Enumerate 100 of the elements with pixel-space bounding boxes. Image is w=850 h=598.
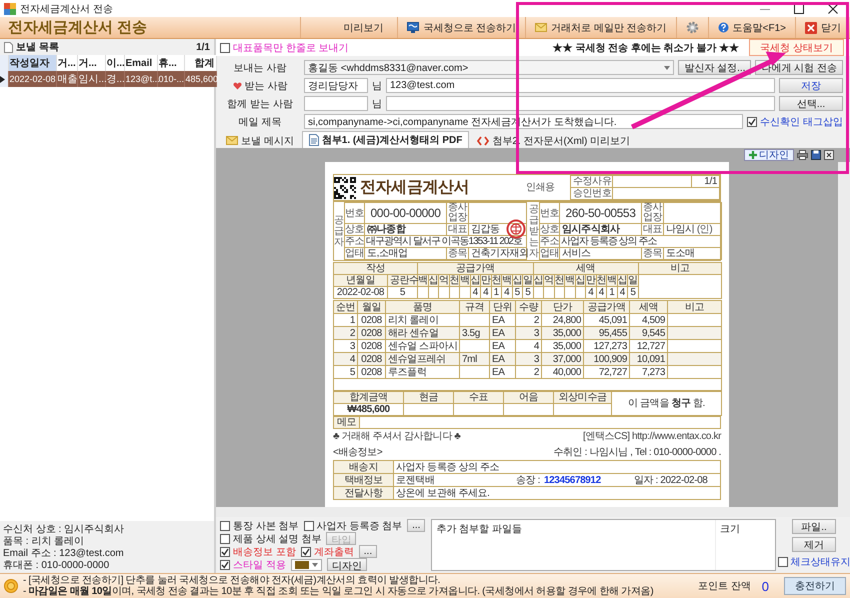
status-button[interactable]: 국세청 상태보기 — [749, 39, 844, 56]
field-label: 배송지 — [334, 460, 394, 474]
field-label: 번호 — [344, 202, 364, 224]
close-icon[interactable] — [824, 150, 834, 160]
tab[interactable]: 보낼 메시지 — [220, 133, 300, 148]
checkbox[interactable] — [220, 546, 230, 556]
column-header[interactable]: 거... — [56, 55, 77, 71]
amount-digit: 1 — [606, 286, 618, 298]
column-header: 비고 — [668, 300, 722, 314]
notice-text: - 마감일은 매월 10일이며, 국세청 전송 결과는 10분 후 직접 조회 또는 익일 로그인 시 자동으로 가져옵니다. (국세청에서 허용할 경우에 한해 가져옴) — [23, 586, 654, 597]
issue-date: 2022-02-08 — [334, 286, 388, 298]
company-name: ㈜나종합 — [364, 224, 446, 236]
window-title: 전자세금계산서 전송 — [20, 2, 114, 16]
points-value: 0 — [760, 578, 770, 594]
file-button[interactable]: 제거 — [792, 537, 836, 552]
field-label: 메일 제목 — [238, 116, 282, 128]
scrollbar[interactable] — [216, 507, 850, 517]
toolbar-button[interactable]: 도움말<F1> — [708, 17, 795, 38]
checkbox[interactable] — [220, 560, 230, 570]
registration-number: 260-50-00553 — [560, 202, 642, 224]
field-label: 업태 — [540, 248, 560, 260]
check-icon — [302, 548, 310, 556]
column-header[interactable]: Email — [124, 55, 157, 71]
email-field[interactable]: 123@test.com — [386, 78, 775, 93]
envelope-icon — [535, 23, 548, 32]
checkbox[interactable] — [778, 557, 788, 567]
option-button[interactable]: ... — [407, 519, 426, 532]
save-button[interactable]: 저장 — [779, 78, 843, 93]
printer-icon[interactable] — [797, 150, 808, 160]
address-text: 사업자 등록증 상의 주소 — [394, 460, 720, 474]
table-cell: 루즈플럭 — [386, 366, 460, 378]
registration-number: 000-00-00000 — [364, 202, 446, 224]
checkbox[interactable] — [220, 42, 230, 52]
name-suffix: 님 — [372, 80, 382, 92]
amount-digit: 4 — [596, 286, 607, 298]
select-button[interactable]: 선택... — [779, 96, 843, 111]
toolbar-button[interactable]: 거래처로 메일만 전송하기 — [525, 17, 676, 38]
checkbox[interactable] — [220, 520, 230, 530]
table-cell: EA — [490, 366, 516, 378]
field-label: 대표 — [642, 224, 664, 236]
column-header[interactable]: 휴... — [157, 55, 184, 71]
file-button[interactable]: 파일.. — [792, 519, 836, 534]
option-button[interactable]: 디자인 — [326, 558, 367, 571]
design-button[interactable]: 디자인 — [744, 149, 794, 161]
field-label: 함께 받는 사람 — [227, 98, 293, 110]
field-label: 번호 — [540, 202, 560, 224]
option-button[interactable]: ... — [358, 545, 378, 558]
field-label: 받는 사람 — [244, 80, 288, 92]
notice-text: - [국세청으로 전송하기] 단추를 눌러 국세청으로 전송해야 전자(세금)계산서의 효력이 발생합니다. — [23, 575, 442, 586]
charge-button[interactable]: 충전하기 — [784, 577, 846, 595]
column-header[interactable]: 합계 — [184, 55, 216, 71]
tracking-number: 12345678912 — [544, 474, 602, 486]
table-cell: 9,545 — [630, 326, 668, 340]
toolbar-button[interactable]: 닫기 — [795, 17, 850, 38]
caret-icon — [664, 66, 670, 70]
email-field[interactable] — [386, 96, 775, 111]
checkbox[interactable] — [220, 534, 230, 544]
qr-code-drawing — [334, 176, 356, 198]
field-label: 보내는 사람 — [234, 62, 286, 74]
table-cell: 10,091 — [630, 352, 668, 366]
checkbox[interactable] — [304, 520, 314, 530]
name-field[interactable] — [304, 96, 368, 111]
table-cell: 37,000 — [542, 352, 584, 366]
maximize-icon[interactable] — [794, 4, 804, 14]
checkbox[interactable] — [747, 116, 758, 126]
name-field[interactable]: 경리담당자 — [304, 78, 368, 93]
toolbar-button[interactable]: 국세청으로 전송하기 — [397, 17, 526, 38]
amount-digit: 4 — [502, 286, 512, 298]
summary-line: 휴대폰 : 010-0000-0000 — [3, 560, 110, 572]
option-label: 대표품목만 한줄로 보내기 — [233, 42, 349, 54]
column-header[interactable]: 이... — [105, 55, 124, 71]
save-icon[interactable] — [811, 150, 821, 160]
close-icon[interactable] — [828, 4, 838, 14]
column-header: 단위 — [490, 300, 516, 314]
table-cell: 해라 센슈얼 — [386, 326, 460, 340]
settings-button[interactable]: 발신자 설정... — [678, 60, 752, 75]
attachment-list[interactable]: 추가 첨부할 파일들 크기 — [431, 519, 776, 571]
field-label: 전달사항 — [334, 486, 394, 500]
column-header: 순번 — [334, 300, 358, 314]
amount-digit: 4 — [480, 286, 492, 298]
tracking-label: 송장 : — [516, 474, 540, 486]
table-cell: 매출 — [56, 71, 77, 87]
table-cell: 2 — [516, 366, 542, 378]
table-cell: 센슈얼프레쉬 — [386, 352, 460, 366]
toolbar-button[interactable]: 미리보기 — [300, 17, 398, 38]
column-header: 월일 — [358, 300, 386, 314]
color-dropdown[interactable] — [290, 558, 322, 570]
sender-dropdown[interactable]: 홍길동 <whddms8331@naver.com> — [304, 60, 674, 75]
column-header[interactable]: 거... — [77, 55, 105, 71]
address-text: 사업자 등록증 상의 주소 — [560, 236, 722, 248]
table-cell: 2 — [334, 326, 358, 340]
envelope-icon — [226, 136, 238, 145]
tab[interactable]: 첨부1. (세금)계산서형태의 PDF — [302, 131, 470, 148]
scrollbar[interactable] — [838, 162, 850, 507]
summary-line: 수신처 상호 : 임시주식회사 — [3, 524, 126, 536]
business-item: 도소매 — [664, 248, 722, 260]
code-icon — [477, 136, 490, 146]
amount-digit: 4 — [617, 286, 628, 298]
column-header[interactable]: 작성일자 — [8, 55, 56, 71]
checkbox[interactable] — [300, 546, 311, 556]
